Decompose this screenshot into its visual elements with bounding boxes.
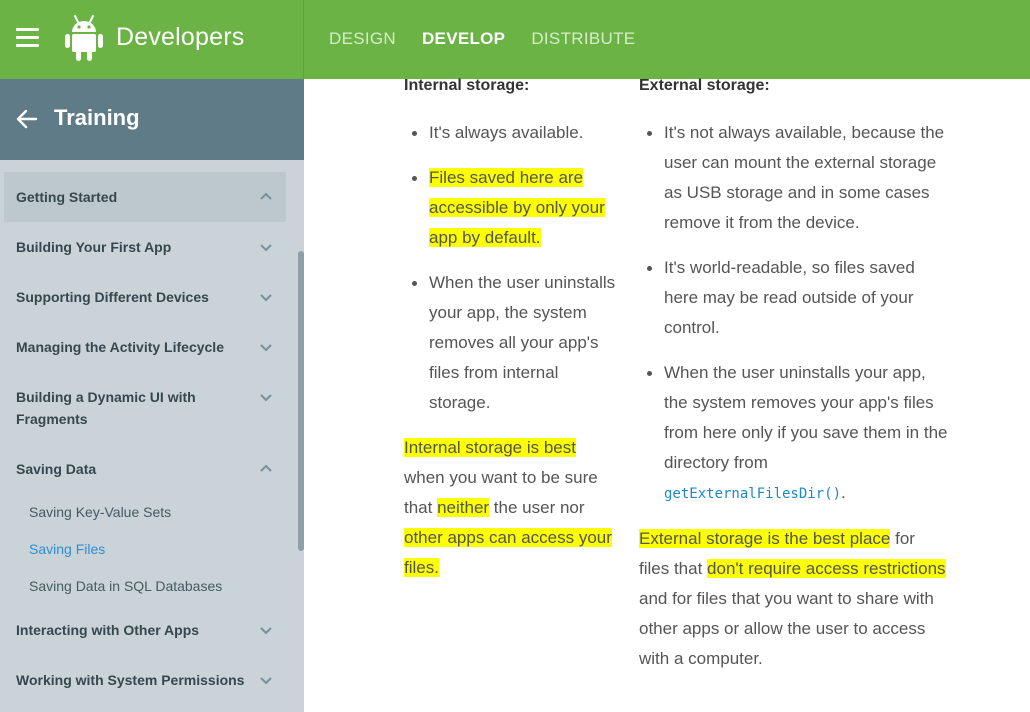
internal-storage-heading: Internal storage:	[404, 77, 530, 94]
list-item: Files saved here are accessible by only …	[404, 163, 619, 253]
list-item-text: It's world-readable, so files saved here…	[664, 258, 915, 337]
nav-design[interactable]: DESIGN	[329, 29, 396, 49]
sidebar-title[interactable]: Training	[54, 105, 140, 131]
sidebar-item-building-first-app[interactable]: Building Your First App	[4, 222, 286, 272]
internal-storage-list: It's always available. Files saved here …	[404, 118, 619, 418]
paragraph-text: the user nor	[489, 498, 585, 517]
sidebar-item-label: Working with System Permissions	[16, 672, 245, 688]
sidebar: Training Getting Started Building Your F…	[0, 79, 304, 712]
list-item-text: When the user uninstalls your app, the s…	[664, 363, 948, 472]
external-storage-column: External storage: It's not always availa…	[639, 77, 949, 674]
sidebar-item-label: Getting Started	[16, 189, 118, 205]
sidebar-item-label: Saving Data	[16, 461, 97, 477]
sidebar-item-getting-started[interactable]: Getting Started	[4, 172, 286, 222]
top-app-bar: Developers DESIGN DEVELOP DISTRIBUTE	[0, 0, 1030, 79]
chevron-up-icon[interactable]	[260, 463, 272, 475]
list-item-text: It's not always available, because the u…	[664, 123, 945, 232]
sidebar-item-label: Building Your First App	[16, 239, 172, 255]
list-item-text: It's always available.	[429, 123, 584, 142]
chevron-down-icon[interactable]	[260, 341, 272, 353]
brand-area: Developers	[0, 0, 304, 79]
chevron-down-icon[interactable]	[260, 241, 272, 253]
sidebar-item-saving-data[interactable]: Saving Data	[4, 444, 286, 494]
sidebar-item-system-permissions[interactable]: Working with System Permissions	[4, 655, 286, 705]
chevron-down-icon[interactable]	[260, 674, 272, 686]
sidebar-item-label: Building a Dynamic UI with Fragments	[16, 389, 196, 427]
chevron-up-icon[interactable]	[260, 191, 272, 203]
sidebar-item-dynamic-ui-fragments[interactable]: Building a Dynamic UI with Fragments	[4, 372, 286, 444]
chevron-down-icon[interactable]	[260, 624, 272, 636]
back-arrow-icon[interactable]	[16, 108, 38, 130]
list-item: When the user uninstalls your app, the s…	[639, 358, 949, 509]
highlighted-text: other apps can access your files.	[404, 528, 612, 577]
list-item: It's world-readable, so files saved here…	[639, 253, 949, 343]
internal-storage-column: Internal storage: It's always available.…	[404, 77, 619, 583]
highlighted-text: External storage is the best place	[639, 529, 891, 548]
list-item-text: .	[841, 483, 846, 502]
highlighted-text: neither	[437, 498, 490, 517]
list-item: It's not always available, because the u…	[639, 118, 949, 238]
sidebar-item-supporting-devices[interactable]: Supporting Different Devices	[4, 272, 286, 322]
list-item-text: When the user uninstalls your app, the s…	[429, 273, 616, 412]
external-storage-summary: External storage is the best place for f…	[639, 524, 949, 674]
sidebar-item-label: Supporting Different Devices	[16, 289, 209, 305]
highlighted-text: Internal storage is best	[404, 438, 576, 457]
main-content: Internal storage: It's always available.…	[305, 77, 1030, 712]
sidebar-item-label: Managing the Activity Lifecycle	[16, 339, 224, 355]
nav-develop[interactable]: DEVELOP	[422, 29, 505, 49]
highlighted-text: Files saved here are accessible by only …	[429, 168, 605, 247]
highlighted-text: don't require access restrictions	[707, 559, 946, 578]
sidebar-subitem-sql-databases[interactable]: Saving Data in SQL Databases	[4, 568, 286, 605]
external-storage-heading: External storage:	[639, 77, 770, 94]
sidebar-subitem-saving-files[interactable]: Saving Files	[4, 531, 286, 568]
nav-distribute[interactable]: DISTRIBUTE	[531, 29, 635, 49]
paragraph-text: and for files that you want to share wit…	[639, 589, 934, 668]
top-nav: DESIGN DEVELOP DISTRIBUTE	[329, 29, 635, 49]
sidebar-header: Training	[0, 79, 304, 160]
brand-title[interactable]: Developers	[116, 23, 244, 52]
list-item: When the user uninstalls your app, the s…	[404, 268, 619, 418]
chevron-down-icon[interactable]	[260, 391, 272, 403]
hamburger-menu-icon[interactable]	[16, 28, 39, 48]
internal-storage-summary: Internal storage is best when you want t…	[404, 433, 619, 583]
list-item: It's always available.	[404, 118, 619, 148]
chevron-down-icon[interactable]	[260, 291, 272, 303]
sidebar-subitem-key-value-sets[interactable]: Saving Key-Value Sets	[4, 494, 286, 531]
sidebar-item-interacting-other-apps[interactable]: Interacting with Other Apps	[4, 605, 286, 655]
code-snippet[interactable]: getExternalFilesDir()	[664, 486, 841, 502]
android-logo-icon	[65, 15, 103, 61]
sidebar-item-activity-lifecycle[interactable]: Managing the Activity Lifecycle	[4, 322, 286, 372]
sidebar-scrollbar[interactable]	[298, 251, 304, 551]
sidebar-item-label: Interacting with Other Apps	[16, 622, 200, 638]
sidebar-nav-list: Getting Started Building Your First App …	[4, 172, 286, 705]
external-storage-list: It's not always available, because the u…	[639, 118, 949, 509]
